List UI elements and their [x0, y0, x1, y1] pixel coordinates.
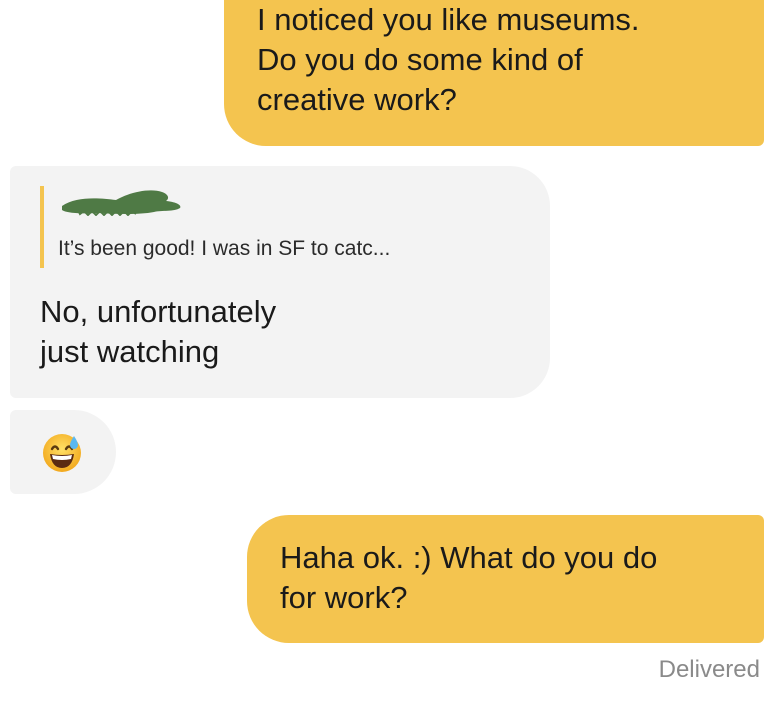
incoming-message-bubble[interactable]: It’s been good! I was in SF to catc... N…	[10, 166, 550, 398]
incoming-emoji-bubble[interactable]	[10, 410, 116, 494]
message-text: No, unfortunately just watching	[40, 294, 277, 369]
reply-quote[interactable]: It’s been good! I was in SF to catc...	[40, 186, 530, 268]
outgoing-message-bubble[interactable]: I noticed you like museums. Do you do so…	[224, 0, 764, 146]
delivery-status: Delivered	[658, 656, 760, 683]
message-text: I noticed you like museums. Do you do so…	[257, 2, 640, 117]
message-text: Haha ok. :) What do you do for work?	[280, 540, 658, 615]
chat-thread: I noticed you like museums. Do you do so…	[0, 0, 770, 706]
grinning-face-with-sweat-icon	[43, 434, 81, 472]
redacted-author-name	[62, 190, 181, 216]
outgoing-message-bubble[interactable]: Haha ok. :) What do you do for work?	[247, 515, 764, 643]
reply-quote-text: It’s been good! I was in SF to catc...	[58, 237, 391, 260]
